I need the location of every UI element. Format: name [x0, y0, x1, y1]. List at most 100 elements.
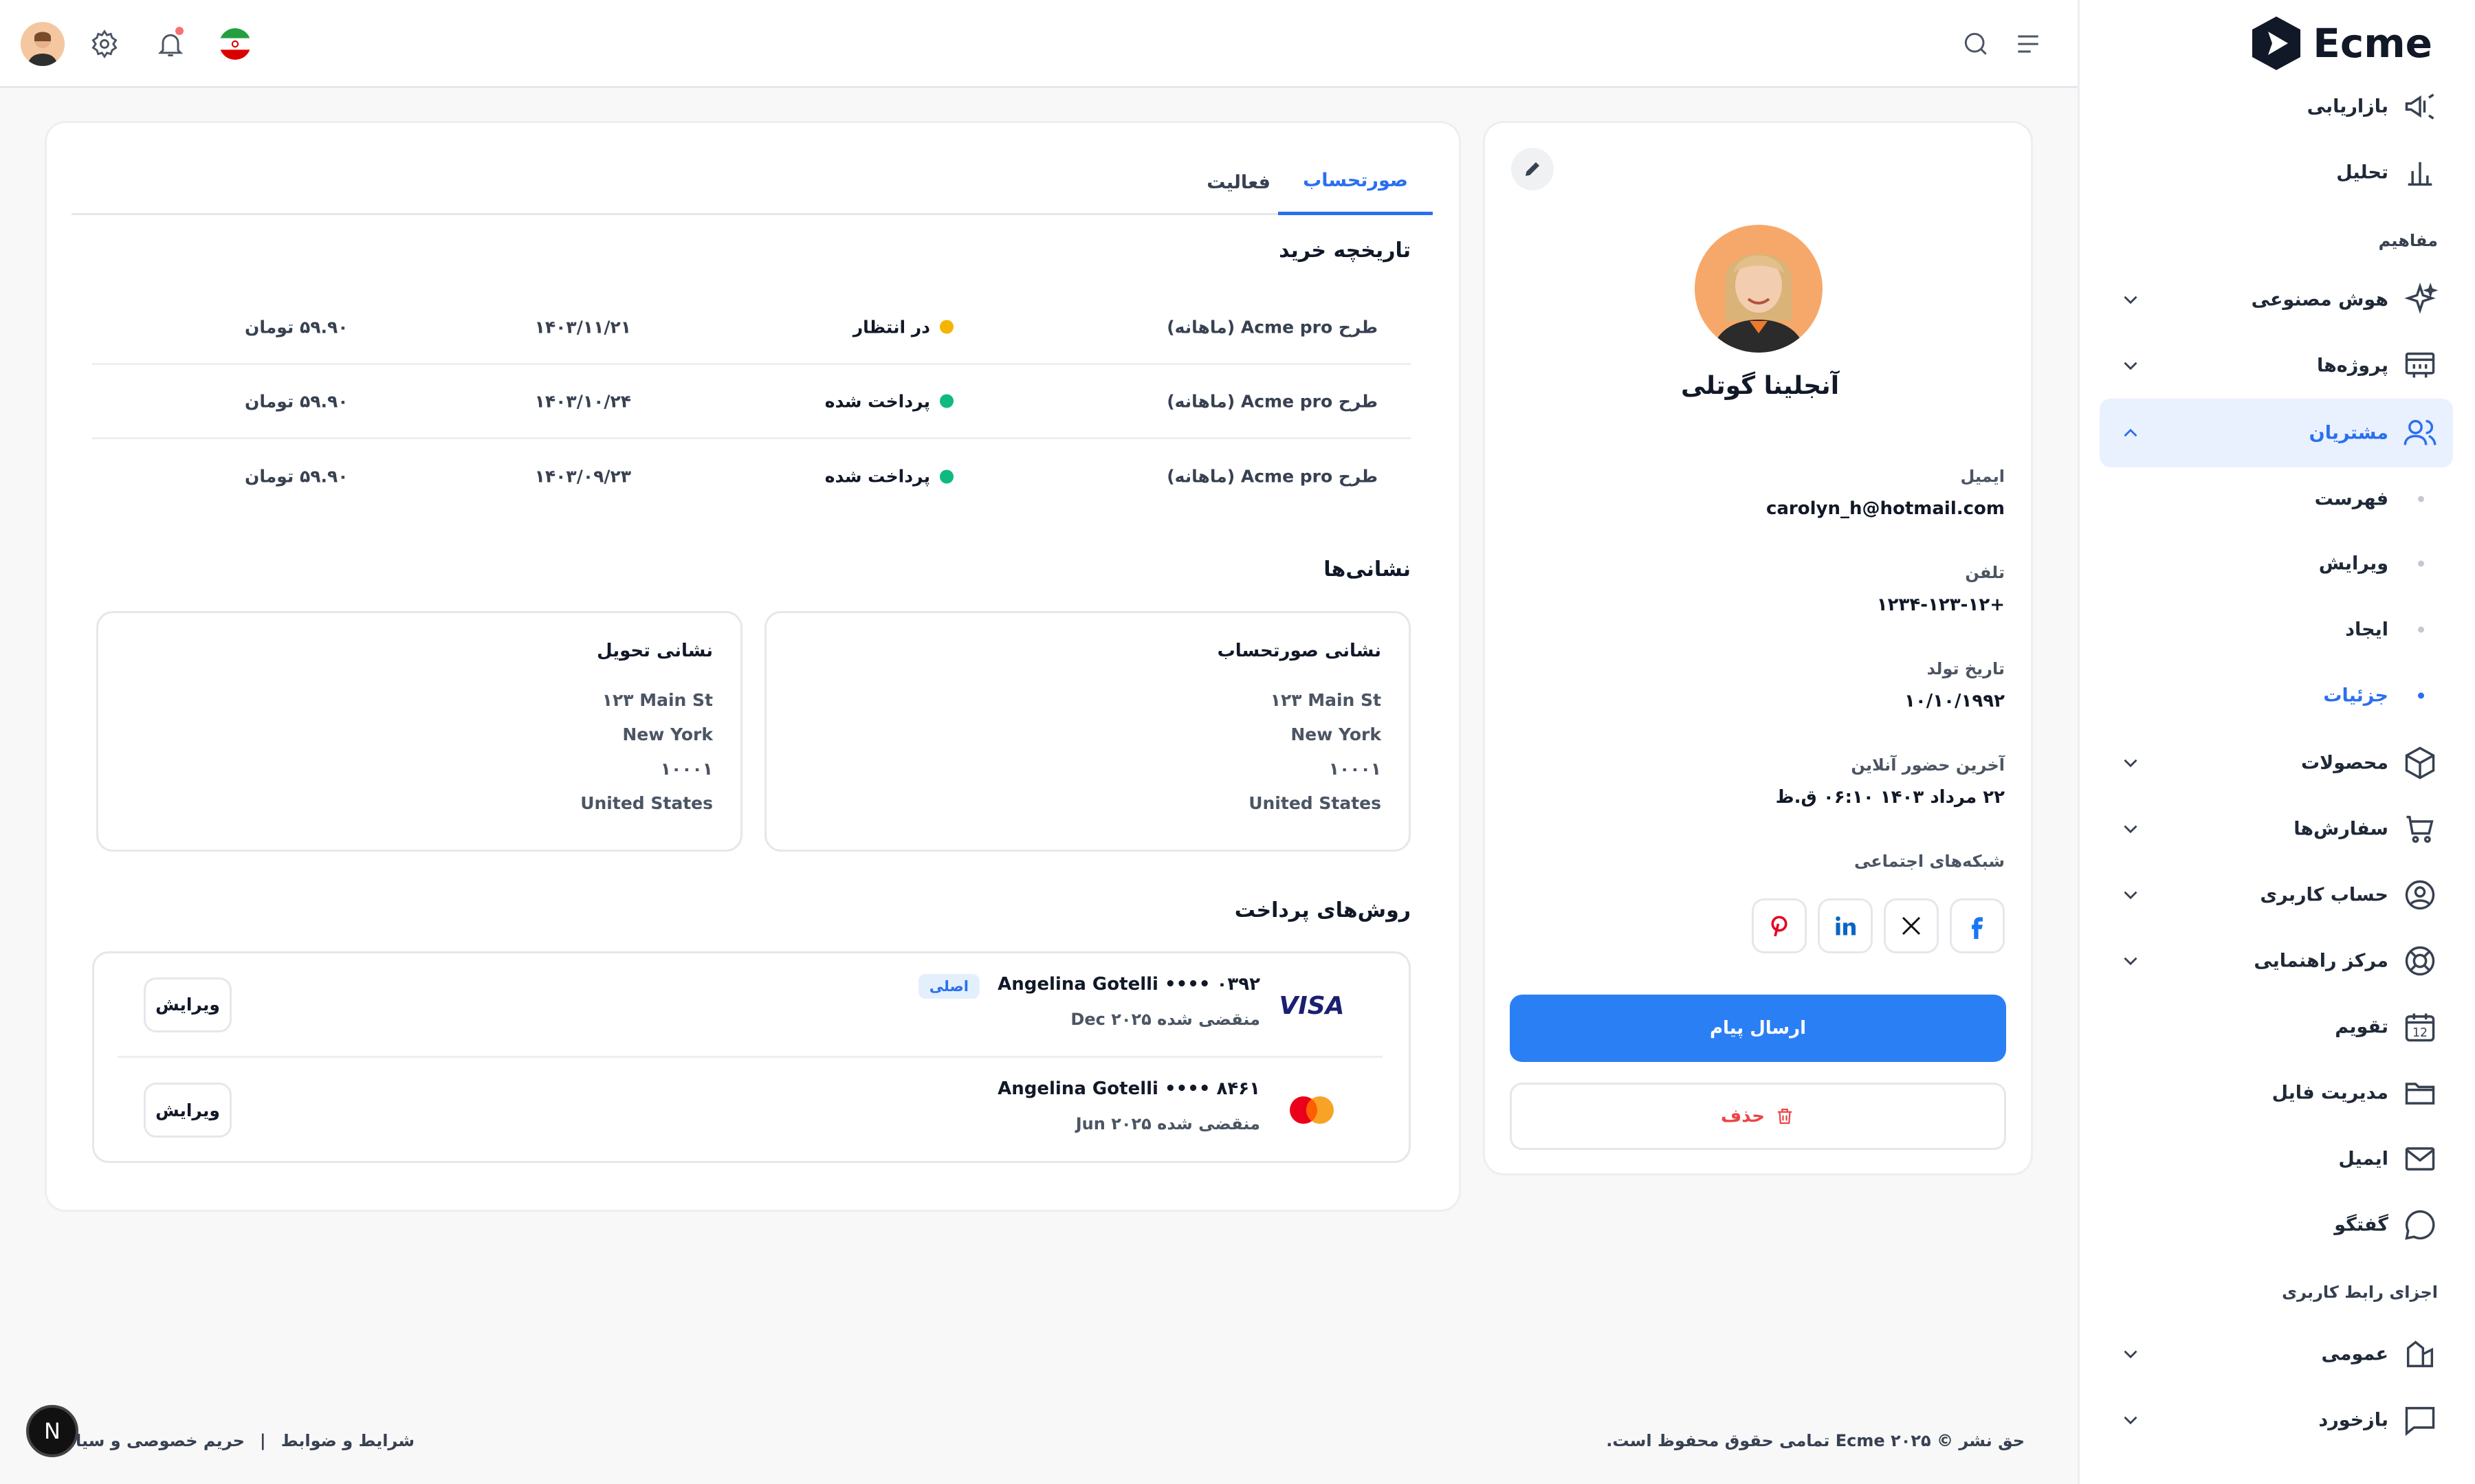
- sidebar-item-products[interactable]: محصولات: [2100, 729, 2453, 797]
- plan-cell: طرح Acme pro (ماهانه): [1167, 466, 1378, 487]
- sidebar-item-file-manager[interactable]: مدیریت فایل: [2100, 1059, 2453, 1127]
- status-cell: پرداخت شده: [825, 391, 954, 411]
- visa-logo-icon: VISA: [1274, 984, 1350, 1026]
- chevron-down-icon: [2119, 1408, 2142, 1432]
- sidebar-item-label: گفتگو: [2334, 1214, 2388, 1236]
- iran-flag-icon: [218, 27, 252, 61]
- user-avatar[interactable]: [21, 22, 65, 66]
- visa-logo-text: VISA: [1279, 992, 1344, 1019]
- mastercard-logo-icon: [1274, 1089, 1350, 1131]
- chevron-down-icon: [2119, 751, 2142, 775]
- payment-methods-list: VISA Angelina Gotelli •••• ۰۳۹۲ اصلی منق…: [92, 951, 1411, 1163]
- x-twitter-link[interactable]: [1884, 898, 1939, 953]
- sidebar-subitem-list[interactable]: فهرست: [2100, 467, 2453, 531]
- sidebar-item-marketing[interactable]: بازاریابی: [2100, 72, 2453, 141]
- chevron-up-icon: [2119, 421, 2142, 445]
- facebook-link[interactable]: [1950, 898, 2005, 953]
- status-dot: [940, 320, 954, 334]
- address-city: New York: [1290, 724, 1381, 744]
- birthdate-label: تاریخ تولد: [1926, 659, 2005, 678]
- card-holder: Angelina Gotelli •••• ۸۴۶۱: [998, 1078, 1260, 1099]
- sidebar-subitem-label: فهرست: [2314, 488, 2388, 510]
- sidebar-item-label: ایمیل: [2338, 1148, 2388, 1170]
- box-icon: [2402, 745, 2438, 781]
- pinterest-link[interactable]: [1752, 898, 1807, 953]
- sidebar-subitem-details[interactable]: جزئیات: [2100, 664, 2453, 727]
- search-button[interactable]: [1954, 22, 1998, 66]
- app-logo[interactable]: Ecme: [2250, 15, 2432, 71]
- card-expiry: منقضی شده Dec ۲۰۲۵: [1070, 1010, 1260, 1029]
- menu-toggle-button[interactable]: [2006, 22, 2050, 66]
- sidebar-item-feedback[interactable]: بازخورد: [2100, 1386, 2453, 1454]
- billing-address-card: نشانی صورتحساب ۱۲۳ Main St New York ۱۰۰۰…: [764, 611, 1411, 852]
- status-dot: [940, 394, 954, 408]
- shapes-icon: [2402, 1336, 2438, 1372]
- sidebar-item-customers[interactable]: مشتریان: [2100, 399, 2453, 467]
- sidebar-item-label: محصولات: [2301, 752, 2388, 774]
- sidebar-item-ai[interactable]: هوش مصنوعی: [2100, 265, 2453, 334]
- sidebar-item-orders[interactable]: سفارش‌ها: [2100, 795, 2453, 863]
- section-ui-components: اجزای رابط کاربری: [2282, 1283, 2438, 1302]
- footer-copyright: حق نشر © ۲۰۲۵ Ecme تمامی حقوق محفوظ است.: [1606, 1431, 2025, 1450]
- privacy-link[interactable]: حریم خصوصی و سیا: [76, 1431, 245, 1450]
- sidebar-item-label: تقویم: [2335, 1016, 2388, 1038]
- customer-name: آنجلینا گوتلی: [1680, 372, 1840, 400]
- shipping-address-title: نشانی تحویل: [597, 641, 713, 661]
- address-zip: ۱۰۰۰۱: [1328, 759, 1381, 779]
- language-button[interactable]: [213, 22, 257, 66]
- sidebar-item-account[interactable]: حساب کاربری: [2100, 861, 2453, 929]
- bullet-dot: [2418, 626, 2424, 633]
- customer-profile-card: آنجلینا گوتلی ایمیل carolyn_h@hotmail.co…: [1483, 121, 2033, 1175]
- nextjs-badge-button[interactable]: N: [26, 1405, 78, 1457]
- sidebar-item-common[interactable]: عمومی: [2100, 1320, 2453, 1388]
- linkedin-link[interactable]: [1818, 898, 1873, 953]
- purchase-history-title: تاریخچه خرید: [1279, 239, 1411, 263]
- terms-link[interactable]: شرایط و ضوابط: [281, 1431, 415, 1450]
- sidebar-item-help-center[interactable]: مرکز راهنمایی: [2100, 927, 2453, 995]
- notification-dot: [173, 25, 186, 37]
- notifications-button[interactable]: [148, 22, 192, 66]
- send-message-button[interactable]: ارسال پیام: [1510, 995, 2006, 1062]
- sidebar-item-label: هوش مصنوعی: [2251, 289, 2388, 311]
- sidebar-item-mail[interactable]: ایمیل: [2100, 1125, 2453, 1193]
- chat-icon: [2402, 1207, 2438, 1243]
- gear-icon: [89, 29, 120, 59]
- date-cell: ۱۴۰۳/۰۹/۲۳: [534, 466, 631, 487]
- calendar-day-text: 12: [2412, 1026, 2428, 1040]
- status-cell: پرداخت شده: [825, 467, 954, 487]
- calendar-icon: 12: [2402, 1009, 2438, 1045]
- edit-card-button[interactable]: ویرایش: [144, 1083, 232, 1138]
- sidebar-item-label: بازاریابی: [2307, 96, 2388, 118]
- chevron-down-icon: [2119, 288, 2142, 311]
- folder-icon: [2402, 1075, 2438, 1111]
- status-cell: در انتظار: [853, 317, 954, 337]
- edit-card-button[interactable]: ویرایش: [144, 977, 232, 1032]
- email-field: ایمیل carolyn_h@hotmail.com: [1766, 467, 2005, 519]
- settings-button[interactable]: [82, 22, 126, 66]
- tab-activity[interactable]: فعالیت: [1182, 149, 1295, 215]
- delete-customer-button[interactable]: حذف: [1510, 1083, 2006, 1150]
- bullet-dot: [2418, 692, 2424, 699]
- tab-bar: صورتحساب فعالیت: [72, 123, 1433, 215]
- edit-profile-button[interactable]: [1511, 148, 1554, 190]
- status-text: پرداخت شده: [824, 466, 930, 487]
- plan-cell: طرح Acme pro (ماهانه): [1167, 317, 1378, 337]
- sidebar-item-calendar[interactable]: 12 تقویم: [2100, 993, 2453, 1061]
- customer-avatar: [1695, 225, 1823, 353]
- sidebar-subitem-edit[interactable]: ویرایش: [2100, 532, 2453, 595]
- sidebar-subitem-label: ویرایش: [2318, 553, 2388, 575]
- sidebar-item-projects[interactable]: پروژه‌ها: [2100, 331, 2453, 400]
- status-dot: [940, 469, 954, 483]
- hamburger-icon: [2013, 29, 2043, 59]
- social-label: شبکه‌های اجتماعی: [1854, 852, 2005, 871]
- sidebar-item-analytics[interactable]: تحلیل: [2100, 138, 2453, 207]
- address-country: United States: [580, 793, 713, 813]
- search-icon: [1961, 29, 1991, 59]
- sidebar-item-chat[interactable]: گفتگو: [2100, 1190, 2453, 1259]
- sidebar-subitem-create[interactable]: ایجاد: [2100, 598, 2453, 661]
- sidebar-item-label: عمومی: [2321, 1343, 2388, 1365]
- pencil-icon: [1522, 159, 1543, 179]
- tab-billing[interactable]: صورتحساب: [1278, 149, 1433, 215]
- cart-icon: [2402, 811, 2438, 847]
- plan-cell: طرح Acme pro (ماهانه): [1167, 391, 1378, 411]
